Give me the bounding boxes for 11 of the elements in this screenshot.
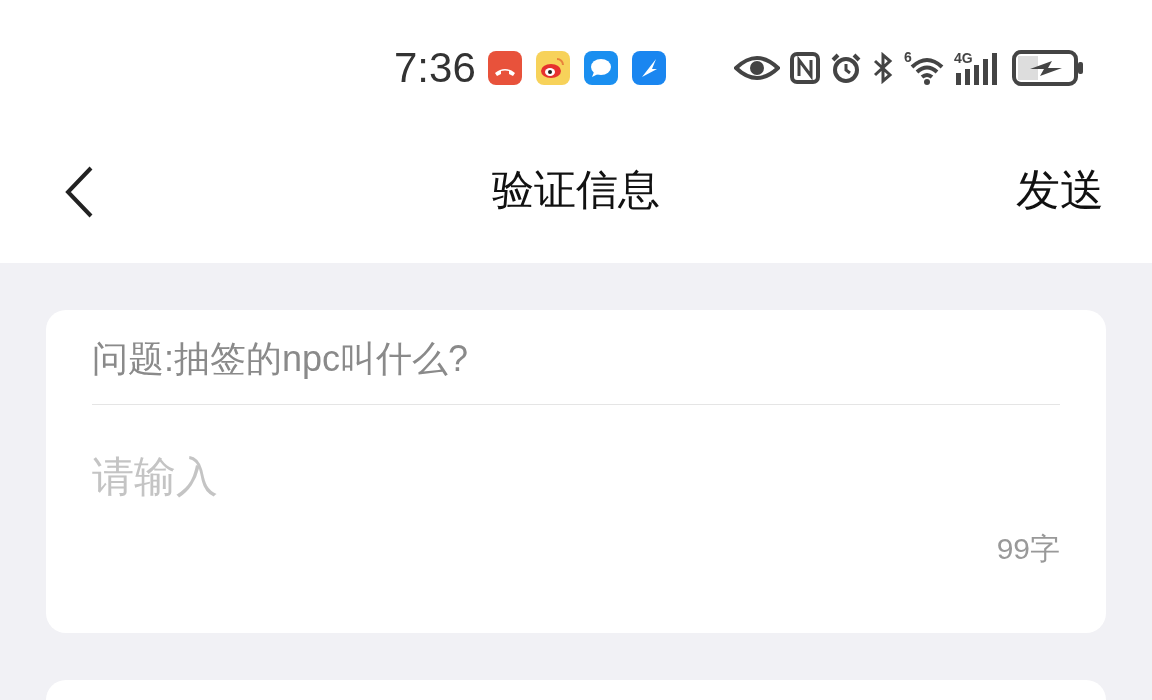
- nfc-icon: [790, 51, 820, 84]
- send-button[interactable]: 发送: [1016, 157, 1104, 223]
- chat-bubble-icon: [583, 50, 618, 85]
- answer-field[interactable]: 请输入: [92, 445, 1060, 508]
- character-counter: 99字: [996, 531, 1060, 567]
- battery-charging-icon: [1012, 49, 1084, 86]
- question-text: 问题:抽签的npc叫什么?: [92, 310, 1060, 405]
- status-time: 7:36: [394, 46, 476, 89]
- page-title: 验证信息: [492, 164, 660, 215]
- alarm-clock-icon: [830, 51, 862, 84]
- bluetooth-icon: [872, 51, 894, 84]
